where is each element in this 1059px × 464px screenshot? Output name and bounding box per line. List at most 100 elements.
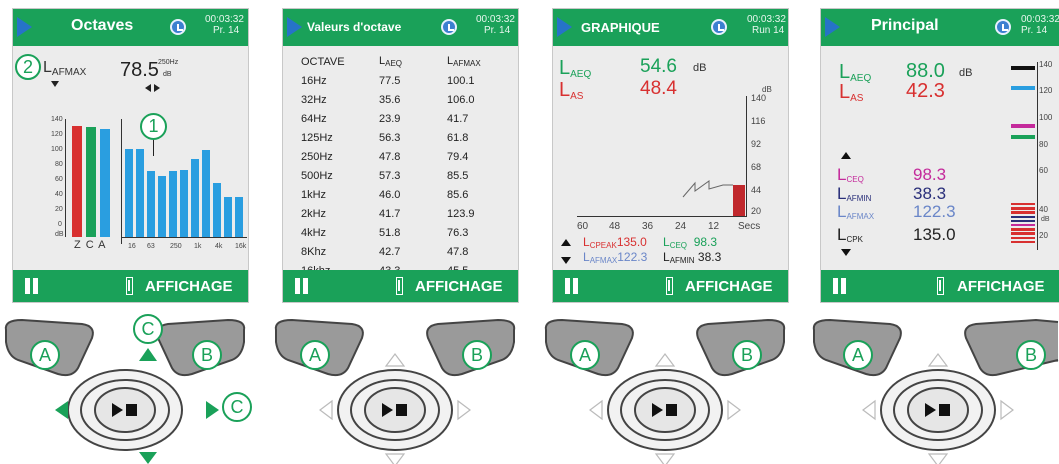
col-octave: OCTAVE xyxy=(301,55,345,68)
button-b[interactable]: B xyxy=(462,340,492,370)
pause-icon[interactable] xyxy=(565,278,578,294)
y-tick: 20 xyxy=(751,206,762,216)
level-segment xyxy=(1011,207,1035,210)
footer-label[interactable]: AFFICHAGE xyxy=(145,278,233,295)
table-cell: 500Hz xyxy=(301,169,333,182)
table-cell: 61.8 xyxy=(447,131,469,144)
level-segment xyxy=(1011,211,1035,214)
x-tick: 12 xyxy=(708,221,720,232)
octave-bar-500 xyxy=(180,170,188,237)
x-tick: 60 xyxy=(577,221,589,232)
control-pad: A B xyxy=(808,312,1059,464)
button-a[interactable]: A xyxy=(30,340,60,370)
table-cell: 106.0 xyxy=(447,93,475,106)
level-stack xyxy=(1011,203,1035,245)
y-tick: 140 xyxy=(751,93,767,103)
octave-bar-63 xyxy=(147,171,155,237)
page-title: Principal xyxy=(871,17,939,34)
y-tick: 60 xyxy=(1039,166,1048,175)
button-a[interactable]: A xyxy=(843,340,873,370)
octave-bar-31.5 xyxy=(136,149,144,237)
y-tick: 120 xyxy=(51,131,63,138)
arrow-left-icon[interactable] xyxy=(55,401,68,419)
footer: AFFICHAGE xyxy=(13,270,248,302)
x-tick: 16k xyxy=(235,243,247,250)
header: Valeurs d'octave 00:03:32 Pr. 14 xyxy=(283,9,518,46)
table-cell: 2kHz xyxy=(301,207,327,220)
level-segment xyxy=(1011,224,1035,227)
table-cell: 41.7 xyxy=(447,112,469,125)
table-row: 125Hz 56.3 61.8 xyxy=(301,128,507,147)
timer-icon xyxy=(711,19,727,35)
lceq-readout: LCEQ 98.3 xyxy=(663,235,718,250)
button-b[interactable]: B xyxy=(192,340,222,370)
octave-bar-8k xyxy=(224,196,232,237)
pause-icon[interactable] xyxy=(833,278,846,294)
las-value: 48.4 xyxy=(640,78,677,99)
battery-icon xyxy=(126,277,133,295)
footer: AFFICHAGE xyxy=(553,270,788,302)
scroll-up-icon[interactable] xyxy=(561,239,571,246)
y-tick: 44 xyxy=(751,185,762,195)
bar-z xyxy=(72,125,82,237)
play-icon xyxy=(17,17,32,37)
table-cell: 77.5 xyxy=(379,74,401,87)
marker-lcpk xyxy=(1011,66,1035,70)
arrow-up-icon[interactable] xyxy=(139,348,157,361)
y-axis xyxy=(65,119,66,237)
level-segment xyxy=(1011,203,1035,206)
play-icon xyxy=(287,17,302,37)
x-tick: 24 xyxy=(675,221,687,232)
table-cell: 57.3 xyxy=(379,169,401,182)
screen-octaves: Octaves 00:03:32 Pr. 14 2 LAFMAX 78.5 25… xyxy=(12,8,249,303)
arrow-down-icon[interactable] xyxy=(139,452,157,464)
panel-octaves: Octaves 00:03:32 Pr. 14 2 LAFMAX 78.5 25… xyxy=(0,0,252,464)
marker-laeq xyxy=(1011,86,1035,90)
footer-label[interactable]: AFFICHAGE xyxy=(415,278,503,295)
x-tick: 4k xyxy=(215,243,223,250)
button-c-right[interactable]: C xyxy=(222,392,252,422)
pause-icon[interactable] xyxy=(295,278,308,294)
scroll-down-icon[interactable] xyxy=(561,257,571,264)
pause-icon[interactable] xyxy=(25,278,38,294)
table-cell: 85.5 xyxy=(447,169,469,182)
level-segment xyxy=(1011,228,1035,231)
y-tick: 100 xyxy=(51,146,63,153)
timer-readout: 00:03:32 Pr. 14 xyxy=(1021,14,1059,36)
y-tick: 40 xyxy=(1039,205,1048,214)
control-graphics xyxy=(4,318,246,451)
y-tick: 116 xyxy=(751,116,766,126)
timer-readout: 00:03:32 Pr. 14 xyxy=(205,14,244,36)
y-tick: 20 xyxy=(55,206,63,213)
octave-bar-125 xyxy=(158,176,166,237)
table-cell: 100.1 xyxy=(447,74,475,87)
button-a[interactable]: A xyxy=(570,340,600,370)
y-tick-unit: dB xyxy=(55,231,64,238)
table-cell: 64Hz xyxy=(301,112,327,125)
scroll-up-icon[interactable] xyxy=(841,152,851,159)
footer-label[interactable]: AFFICHAGE xyxy=(957,278,1045,295)
table-cell: 4kHz xyxy=(301,226,327,239)
x-tick: 1k xyxy=(194,243,202,250)
button-c-top[interactable]: C xyxy=(133,314,163,344)
level-segment xyxy=(1011,219,1035,223)
x-tick: 250 xyxy=(170,243,182,250)
table-cell: 1kHz xyxy=(301,188,327,201)
scroll-down-icon[interactable] xyxy=(841,249,851,256)
table-cell: 51.8 xyxy=(379,226,401,239)
y-tick: 140 xyxy=(1039,60,1053,69)
lafmin-label: LAFMIN xyxy=(837,184,872,203)
footer-label[interactable]: AFFICHAGE xyxy=(685,278,773,295)
button-b[interactable]: B xyxy=(732,340,762,370)
octave-value: 78.5 xyxy=(120,59,159,81)
timer-icon xyxy=(441,19,457,35)
arrow-right-icon[interactable] xyxy=(206,401,219,419)
footer: AFFICHAGE xyxy=(283,270,518,302)
control-pad: A B xyxy=(270,312,520,464)
table-header: OCTAVE LAEQ LAFMAX xyxy=(301,52,507,71)
y-tick: 92 xyxy=(751,139,762,149)
control-graphics xyxy=(274,318,516,464)
button-b[interactable]: B xyxy=(1016,340,1046,370)
button-a[interactable]: A xyxy=(300,340,330,370)
y-tick: 60 xyxy=(55,176,63,183)
